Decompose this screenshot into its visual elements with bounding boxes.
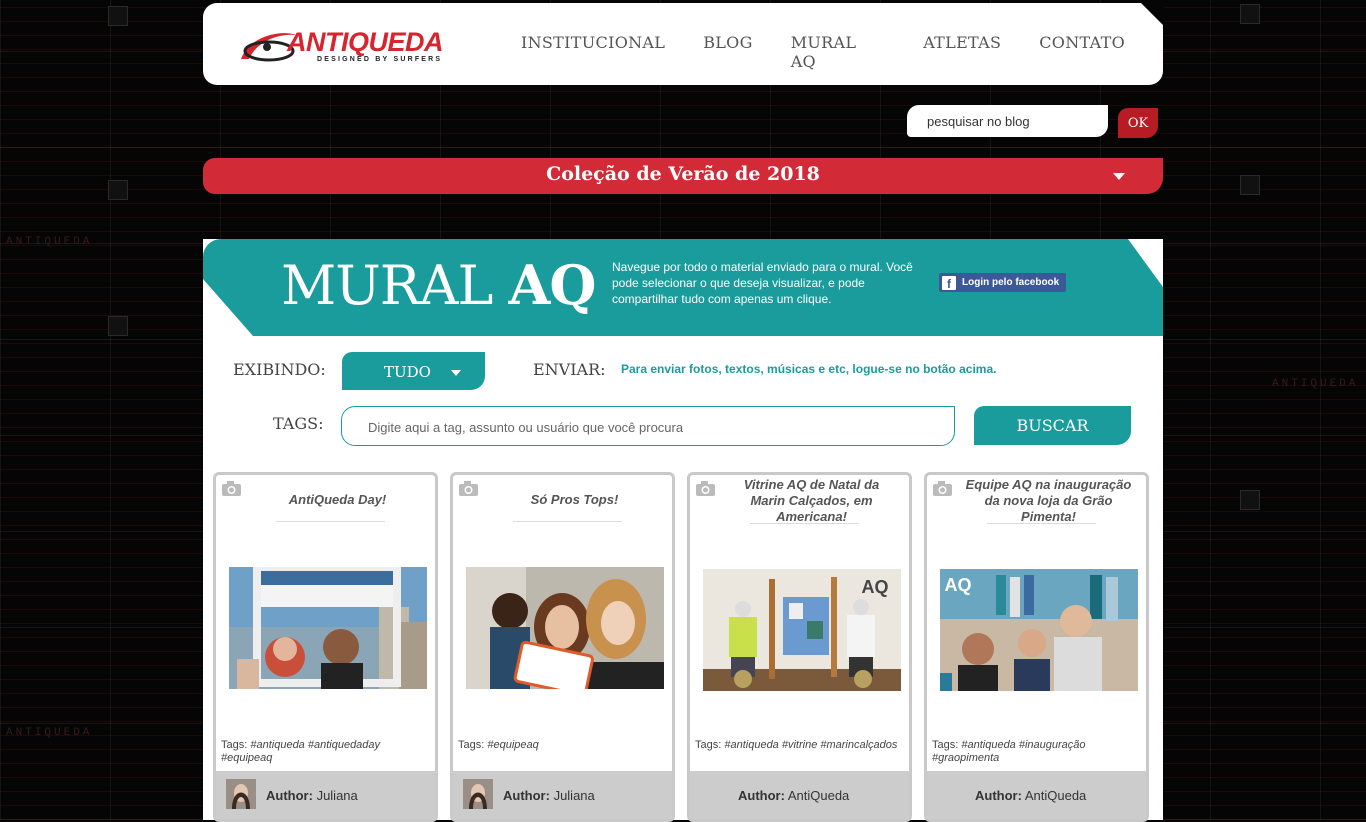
mural-description: Navegue por todo o material enviado para… (612, 260, 913, 306)
background-mark (108, 6, 128, 26)
mural-header: MURAL AQ Navegue por todo o material env… (203, 239, 1163, 336)
author-name[interactable]: Juliana (554, 788, 595, 803)
buscar-button[interactable]: BUSCAR (974, 406, 1131, 445)
mural-card[interactable]: Só Pros Tops! Tags: #equipeaq Author: Ju… (450, 472, 675, 822)
exibindo-label: EXIBINDO: (233, 360, 326, 379)
card-footer: Author: Juliana (216, 771, 435, 819)
collection-dropdown[interactable]: Coleção de Verão de 2018 (203, 158, 1163, 194)
author-name[interactable]: AntiQueda (788, 788, 849, 803)
tags-label: TAGS: (273, 414, 324, 433)
author-label: Author: (503, 788, 550, 803)
card-title: Só Pros Tops! (530, 492, 619, 507)
selfie-photo[interactable] (466, 567, 664, 689)
chevron-down-icon (451, 370, 461, 376)
mural-panel: MURAL AQ Navegue por todo o material env… (203, 239, 1163, 822)
card-tags: Tags: #antiqueda #vitrine #marincalçados (695, 739, 904, 752)
card-author: Author: AntiQueda (738, 788, 849, 803)
card-tags-label: Tags: (932, 739, 959, 751)
mural-title: MURAL AQ (281, 253, 597, 317)
background-mark (1240, 175, 1260, 195)
facebook-icon: f (942, 275, 956, 291)
enviar-label: ENVIAR: (533, 360, 606, 379)
mural-title-bold: AQ (508, 253, 597, 317)
card-tags: Tags: #antiqueda #antiquedaday #equipeaq (221, 739, 430, 765)
svg-text:AQ: AQ (862, 577, 889, 597)
facebook-login-button[interactable]: f Login pelo facebook (939, 273, 1066, 292)
exibindo-select[interactable]: TUDO (342, 352, 485, 390)
logo-tagline: DESIGNED BY SURFERS (317, 56, 443, 63)
nav-mural-aq[interactable]: MURAL AQ (791, 33, 886, 71)
store-opening-photo[interactable]: AQ (940, 569, 1138, 691)
collection-title: Coleção de Verão de 2018 (546, 163, 820, 185)
card-title: Vitrine AQ de Natal da Marin Calçados, e… (743, 477, 880, 524)
caret-down-icon (1113, 173, 1125, 180)
background-watermark: ANTIQUEDA (6, 727, 93, 739)
card-divider (750, 523, 859, 524)
card-tag-list[interactable]: #equipeaq (487, 739, 538, 751)
card-divider (276, 521, 385, 522)
nav-atletas[interactable]: ATLETAS (923, 33, 1001, 71)
card-tags-label: Tags: (458, 739, 485, 751)
background-mark (1240, 490, 1260, 510)
nav-blog[interactable]: BLOG (703, 33, 752, 71)
author-label: Author: (975, 788, 1022, 803)
mural-title-light: MURAL (281, 254, 493, 317)
author-name[interactable]: AntiQueda (1025, 788, 1086, 803)
camera-icon (696, 481, 715, 496)
card-author: Author: AntiQueda (975, 788, 1086, 803)
nav-institucional[interactable]: INSTITUCIONAL (521, 33, 665, 71)
author-label: Author: (738, 788, 785, 803)
mural-card[interactable]: Equipe AQ na inauguração da nova loja da… (924, 472, 1149, 822)
tags-field (341, 406, 955, 447)
avatar (463, 779, 493, 809)
author-name[interactable]: Juliana (317, 788, 358, 803)
antiqueda-logo[interactable]: ANTIQUEDA DESIGNED BY SURFERS (239, 23, 475, 67)
exibindo-value: TUDO (384, 363, 431, 381)
logo-text: ANTIQUEDA (287, 27, 444, 57)
author-label: Author: (266, 788, 313, 803)
site-header: ANTIQUEDA DESIGNED BY SURFERS INSTITUCIO… (203, 3, 1163, 85)
card-divider (513, 521, 622, 522)
background-mark (108, 316, 128, 336)
camera-icon (459, 481, 478, 496)
card-tags-label: Tags: (221, 739, 248, 751)
blog-search-input[interactable] (921, 105, 1113, 137)
tags-search-input[interactable] (366, 407, 930, 447)
background-watermark: ANTIQUEDA (6, 236, 93, 248)
card-footer: Author: Juliana (453, 771, 672, 819)
background-watermark: ANTIQUEDA (1272, 378, 1359, 390)
enviar-instructions: Para enviar fotos, textos, músicas e etc… (621, 362, 997, 376)
card-tags-label: Tags: (695, 739, 722, 751)
card-tags: Tags: #antiqueda #inauguração #graopimen… (932, 739, 1141, 765)
camera-icon (933, 481, 952, 496)
mural-card[interactable]: AntiQueda Day! Tags: #antiqueda #antique… (213, 472, 438, 822)
svg-text:AQ: AQ (945, 575, 972, 595)
background-mark (108, 180, 128, 200)
card-footer: Author: AntiQueda (927, 771, 1146, 819)
card-author: Author: Juliana (266, 788, 358, 803)
card-divider (987, 523, 1096, 524)
main-nav: INSTITUCIONAL BLOG MURAL AQ ATLETAS CONT… (521, 33, 1163, 71)
camera-icon (222, 481, 241, 496)
card-footer: Author: AntiQueda (690, 771, 909, 819)
card-title: AntiQueda Day! (288, 492, 387, 507)
nav-contato[interactable]: CONTATO (1039, 33, 1125, 71)
instagram-frame-photo[interactable] (229, 567, 427, 689)
background-mark (1240, 4, 1260, 24)
blog-search (907, 105, 1113, 137)
store-window-photo[interactable]: AQ (703, 569, 901, 691)
card-tags: Tags: #equipeaq (458, 739, 667, 752)
card-author: Author: Juliana (503, 788, 595, 803)
facebook-login-label: Login pelo facebook (962, 277, 1060, 288)
mural-card[interactable]: Vitrine AQ de Natal da Marin Calçados, e… (687, 472, 912, 822)
avatar (226, 779, 256, 809)
search-ok-button[interactable]: OK (1118, 108, 1158, 138)
card-title: Equipe AQ na inauguração da nova loja da… (965, 477, 1132, 524)
card-tag-list[interactable]: #antiqueda #vitrine #marincalçados (724, 739, 897, 751)
